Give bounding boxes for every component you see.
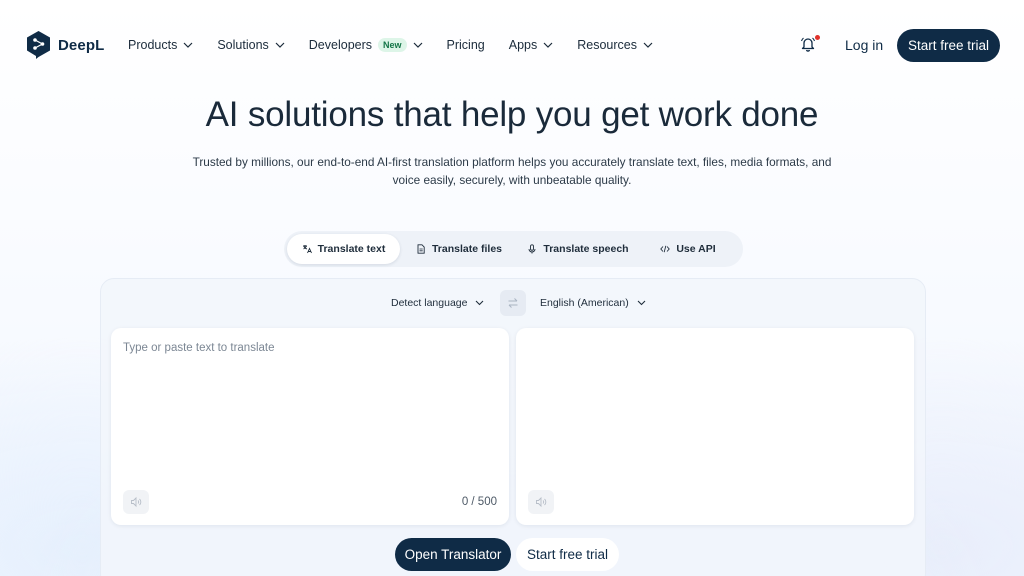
menu-item-solutions[interactable]: Solutions bbox=[217, 38, 285, 52]
bell-icon bbox=[800, 37, 816, 52]
menu-item-label: Solutions bbox=[217, 38, 269, 52]
menu-item-pricing[interactable]: Pricing bbox=[447, 38, 485, 52]
listen-target-button[interactable] bbox=[528, 490, 554, 514]
chevron-down-icon bbox=[543, 42, 553, 48]
menu-item-label: Apps bbox=[508, 38, 538, 52]
swap-languages-button[interactable] bbox=[500, 290, 526, 316]
target-language-label: English (American) bbox=[540, 297, 629, 309]
menu-item-label: Developers bbox=[308, 38, 373, 52]
start-free-trial-button[interactable]: Start free trial bbox=[897, 29, 1000, 62]
chevron-down-icon bbox=[637, 300, 646, 306]
microphone-icon bbox=[528, 244, 536, 254]
tab-translate-files[interactable]: Translate files bbox=[400, 234, 518, 264]
deepl-logo[interactable]: DeepL bbox=[27, 31, 104, 59]
source-language-select[interactable]: Detect language bbox=[391, 297, 484, 309]
tab-label: Use API bbox=[676, 243, 716, 255]
notification-dot bbox=[815, 35, 820, 40]
translation-mode-tabs: Translate text Translate files Translate… bbox=[284, 231, 743, 267]
chevron-down-icon bbox=[183, 42, 193, 48]
notifications-button[interactable] bbox=[800, 35, 820, 54]
open-translator-button[interactable]: Open Translator bbox=[395, 538, 511, 571]
chevron-down-icon bbox=[275, 42, 285, 48]
menu-item-apps[interactable]: Apps bbox=[509, 38, 554, 52]
tab-translate-speech[interactable]: Translate speech bbox=[518, 234, 638, 264]
login-link[interactable]: Log in bbox=[845, 37, 883, 53]
logo-text: DeepL bbox=[58, 36, 105, 54]
file-icon bbox=[417, 244, 425, 254]
menu-item-label: Pricing bbox=[446, 38, 485, 52]
source-text-panel: 0 / 500 bbox=[111, 328, 509, 525]
chevron-down-icon bbox=[476, 300, 484, 306]
deepl-logo-icon bbox=[27, 31, 50, 59]
page-title: AI solutions that help you get work done bbox=[205, 95, 819, 134]
character-counter: 0 / 500 bbox=[461, 496, 497, 508]
menu-item-developers[interactable]: Developers New bbox=[309, 38, 423, 52]
tab-label: Translate text bbox=[317, 243, 386, 255]
chevron-down-icon bbox=[643, 42, 653, 48]
new-badge: New bbox=[378, 38, 407, 52]
code-icon bbox=[660, 245, 671, 253]
tab-use-api[interactable]: Use API bbox=[638, 234, 738, 264]
top-navigation: DeepL Products Solutions Developers New … bbox=[0, 0, 1024, 90]
main-menu: Products Solutions Developers New Pricin… bbox=[128, 38, 677, 52]
menu-item-label: Products bbox=[128, 38, 178, 52]
tab-translate-text[interactable]: Translate text bbox=[287, 234, 400, 264]
start-free-trial-secondary-button[interactable]: Start free trial bbox=[516, 538, 619, 571]
listen-source-button[interactable] bbox=[123, 490, 149, 514]
menu-item-products[interactable]: Products bbox=[128, 38, 193, 52]
target-text-panel bbox=[516, 328, 914, 525]
target-language-select[interactable]: English (American) bbox=[540, 297, 646, 309]
translate-text-icon bbox=[302, 245, 312, 254]
speaker-icon bbox=[536, 496, 547, 508]
speaker-icon bbox=[131, 496, 142, 508]
menu-item-resources[interactable]: Resources bbox=[577, 38, 653, 52]
source-language-label: Detect language bbox=[391, 297, 468, 309]
source-text-input[interactable] bbox=[123, 342, 493, 482]
chevron-down-icon bbox=[413, 42, 422, 48]
tab-label: Translate files bbox=[431, 243, 503, 255]
menu-item-label: Resources bbox=[577, 38, 637, 52]
hero-subtitle: Trusted by millions, our end-to-end AI-f… bbox=[192, 155, 832, 187]
tab-label: Translate speech bbox=[543, 243, 629, 255]
swap-icon bbox=[508, 298, 518, 308]
